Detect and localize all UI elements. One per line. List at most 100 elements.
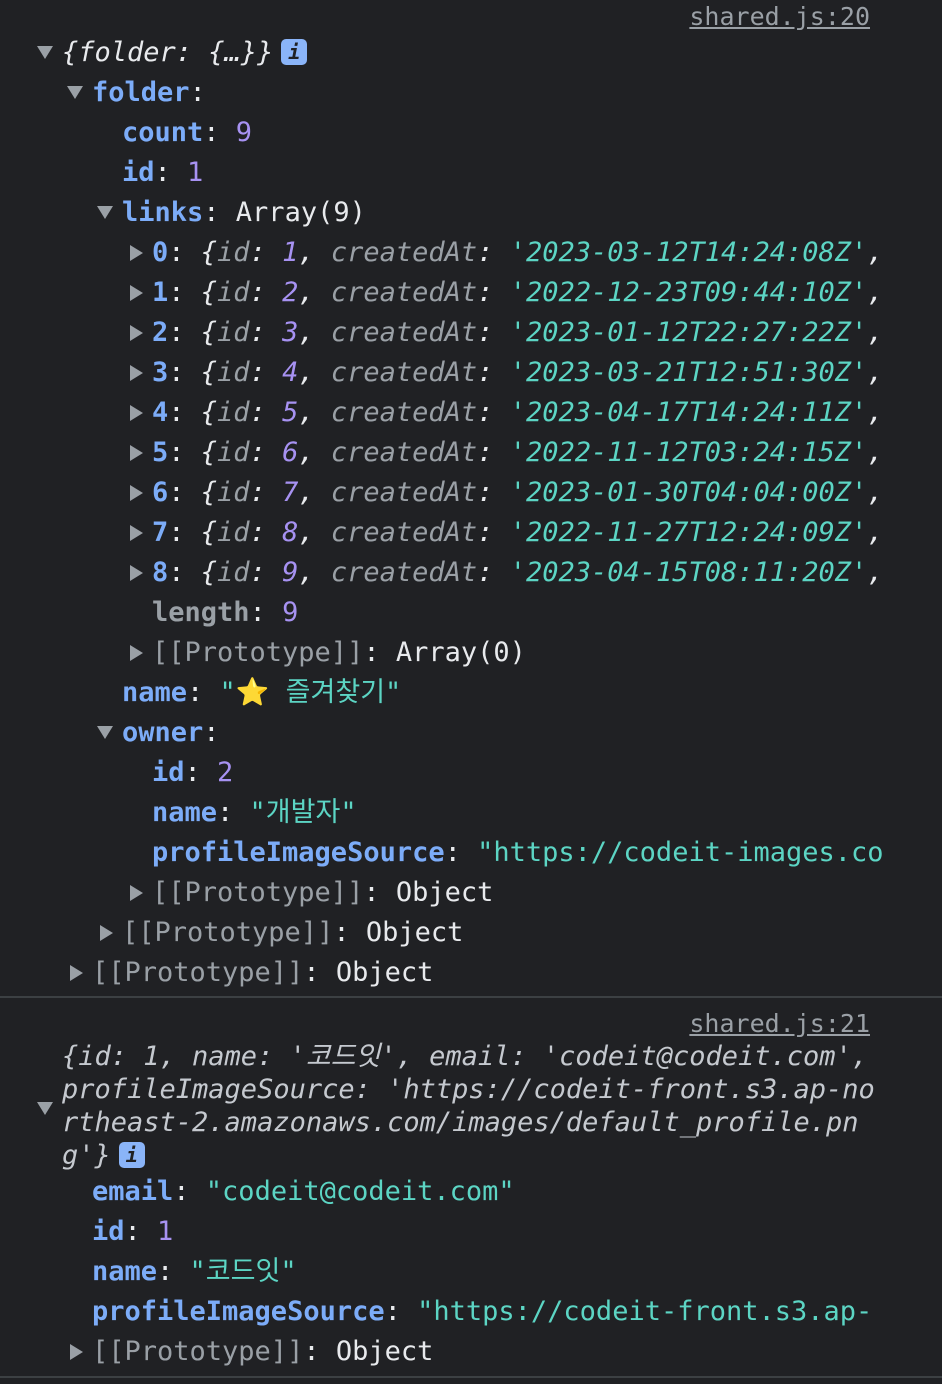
tree-node-name: name: "⭐ 즐겨찾기" bbox=[122, 677, 402, 708]
property-value: Array(9) bbox=[235, 197, 366, 228]
expand-arrow-icon[interactable] bbox=[130, 325, 143, 341]
tree-node-root-prototype[interactable]: [[Prototype]]: Object bbox=[0, 953, 888, 993]
property-key: [[Prototype]] bbox=[92, 1336, 304, 1367]
expand-arrow-icon[interactable] bbox=[37, 1102, 53, 1115]
property-key: links bbox=[122, 197, 204, 228]
link-item[interactable]: 1: {id: 2, createdAt: '2022-12-23T09:44:… bbox=[0, 273, 888, 313]
expand-arrow-icon[interactable] bbox=[70, 1344, 83, 1360]
expand-arrow-icon[interactable] bbox=[37, 46, 53, 59]
expand-arrow-icon[interactable] bbox=[97, 206, 113, 219]
property-key: id bbox=[92, 1216, 125, 1247]
tree-node-array-prototype[interactable]: [[Prototype]]: Array(0) bbox=[0, 633, 888, 673]
property-key: name bbox=[152, 797, 218, 828]
property-value: '2023-04-17T14:24:11Z' bbox=[509, 397, 868, 428]
expand-arrow-icon[interactable] bbox=[130, 245, 143, 261]
property-value: 5 bbox=[282, 397, 299, 428]
tree-node-folder-prototype[interactable]: [[Prototype]]: Object bbox=[0, 913, 888, 953]
property-key: id bbox=[217, 237, 250, 268]
tree-node-links[interactable]: links: Array(9) bbox=[0, 193, 888, 233]
property-key: createdAt bbox=[330, 517, 478, 548]
link-item[interactable]: 4: {id: 5, createdAt: '2023-04-17T14:24:… bbox=[0, 393, 888, 433]
property-key: id bbox=[217, 317, 250, 348]
property-value: "codeit@codeit.com" bbox=[205, 1176, 515, 1207]
property-key: [[Prototype]] bbox=[122, 917, 334, 948]
property-key: id bbox=[217, 437, 250, 468]
expand-arrow-icon[interactable] bbox=[130, 485, 143, 501]
expand-arrow-icon[interactable] bbox=[130, 525, 143, 541]
property-key: owner bbox=[122, 717, 204, 748]
expand-arrow-icon[interactable] bbox=[130, 645, 143, 661]
source-link[interactable]: shared.js:20 bbox=[689, 2, 870, 31]
property-key: folder bbox=[92, 77, 190, 108]
property-key: id bbox=[122, 157, 155, 188]
property-value: '2022-12-23T09:44:10Z' bbox=[509, 277, 868, 308]
property-value: '2023-04-15T08:11:20Z' bbox=[509, 557, 868, 588]
info-icon[interactable]: i bbox=[118, 1142, 145, 1168]
property-value: "https://codeit-front.s3.ap- bbox=[417, 1296, 873, 1327]
property-key: createdAt bbox=[330, 357, 478, 388]
tree-node-owner-profile-image: profileImageSource: "https://codeit-imag… bbox=[152, 837, 884, 868]
property-value: '2023-03-12T14:24:08Z' bbox=[509, 237, 868, 268]
expand-arrow-icon[interactable] bbox=[130, 885, 143, 901]
tree-node-count: count: 9 bbox=[122, 117, 253, 148]
property-key: id bbox=[217, 357, 250, 388]
property-value: 7 bbox=[282, 477, 299, 508]
property-value: "https://codeit-images.co bbox=[477, 837, 884, 868]
link-item[interactable]: 8: {id: 9, createdAt: '2023-04-15T08:11:… bbox=[0, 553, 888, 593]
array-index: 4 bbox=[152, 397, 169, 428]
expand-arrow-icon[interactable] bbox=[97, 726, 113, 739]
property-value: Object bbox=[365, 917, 464, 948]
property-key: createdAt bbox=[330, 317, 478, 348]
expand-arrow-icon[interactable] bbox=[130, 365, 143, 381]
tree-node-folder[interactable]: folder: bbox=[0, 73, 888, 113]
property-key: [[Prototype]] bbox=[152, 877, 364, 908]
property-value: 8 bbox=[282, 517, 299, 548]
array-index: 1 bbox=[152, 277, 169, 308]
expand-arrow-icon[interactable] bbox=[130, 445, 143, 461]
array-index: 0 bbox=[152, 237, 169, 268]
link-item[interactable]: 5: {id: 6, createdAt: '2022-11-12T03:24:… bbox=[0, 433, 888, 473]
property-key: count bbox=[122, 117, 204, 148]
expand-arrow-icon[interactable] bbox=[130, 405, 143, 421]
property-key: createdAt bbox=[330, 237, 478, 268]
tree-node-prototype[interactable]: [[Prototype]]: Object bbox=[0, 1332, 888, 1372]
property-key: length bbox=[152, 597, 250, 628]
property-value: '2023-01-12T22:27:22Z' bbox=[509, 317, 868, 348]
info-icon[interactable]: i bbox=[281, 39, 308, 65]
property-value: '2022-11-12T03:24:15Z' bbox=[509, 437, 868, 468]
property-key: id bbox=[217, 277, 250, 308]
property-key: id bbox=[152, 757, 185, 788]
link-item[interactable]: 0: {id: 1, createdAt: '2023-03-12T14:24:… bbox=[0, 233, 888, 273]
tree-node-id: id: 1 bbox=[92, 1216, 174, 1247]
link-item[interactable]: 7: {id: 8, createdAt: '2022-11-27T12:24:… bbox=[0, 513, 888, 553]
property-key: createdAt bbox=[330, 397, 478, 428]
property-value: "개발자" bbox=[249, 797, 357, 828]
source-link[interactable]: shared.js:21 bbox=[689, 1009, 870, 1038]
log-divider bbox=[0, 1376, 942, 1378]
property-value: Object bbox=[335, 1336, 434, 1367]
link-item[interactable]: 6: {id: 7, createdAt: '2023-01-30T04:04:… bbox=[0, 473, 888, 513]
expand-arrow-icon[interactable] bbox=[130, 285, 143, 301]
property-value: 1 bbox=[187, 157, 204, 188]
array-index: 6 bbox=[152, 477, 169, 508]
expand-arrow-icon[interactable] bbox=[100, 925, 113, 941]
tree-node-owner-prototype[interactable]: [[Prototype]]: Object bbox=[0, 873, 888, 913]
array-index: 2 bbox=[152, 317, 169, 348]
link-item[interactable]: 2: {id: 3, createdAt: '2023-01-12T22:27:… bbox=[0, 313, 888, 353]
property-value: 9 bbox=[282, 557, 299, 588]
property-key: id bbox=[217, 557, 250, 588]
property-key: [[Prototype]] bbox=[152, 637, 364, 668]
property-value: 9 bbox=[282, 597, 299, 628]
expand-arrow-icon[interactable] bbox=[130, 565, 143, 581]
property-key: email bbox=[92, 1176, 174, 1207]
array-index: 8 bbox=[152, 557, 169, 588]
expand-arrow-icon[interactable] bbox=[70, 965, 83, 981]
expand-arrow-icon[interactable] bbox=[67, 86, 83, 99]
link-item[interactable]: 3: {id: 4, createdAt: '2023-03-21T12:51:… bbox=[0, 353, 888, 393]
object-summary[interactable]: {id: 1, name: '코드잇', email: 'codeit@code… bbox=[62, 1040, 882, 1172]
log-entry-summary[interactable]: {folder: {…}} i bbox=[0, 33, 888, 73]
property-key: profileImageSource bbox=[92, 1296, 385, 1327]
property-key: createdAt bbox=[330, 437, 478, 468]
tree-node-owner[interactable]: owner: bbox=[0, 713, 888, 753]
property-value: 2 bbox=[217, 757, 234, 788]
